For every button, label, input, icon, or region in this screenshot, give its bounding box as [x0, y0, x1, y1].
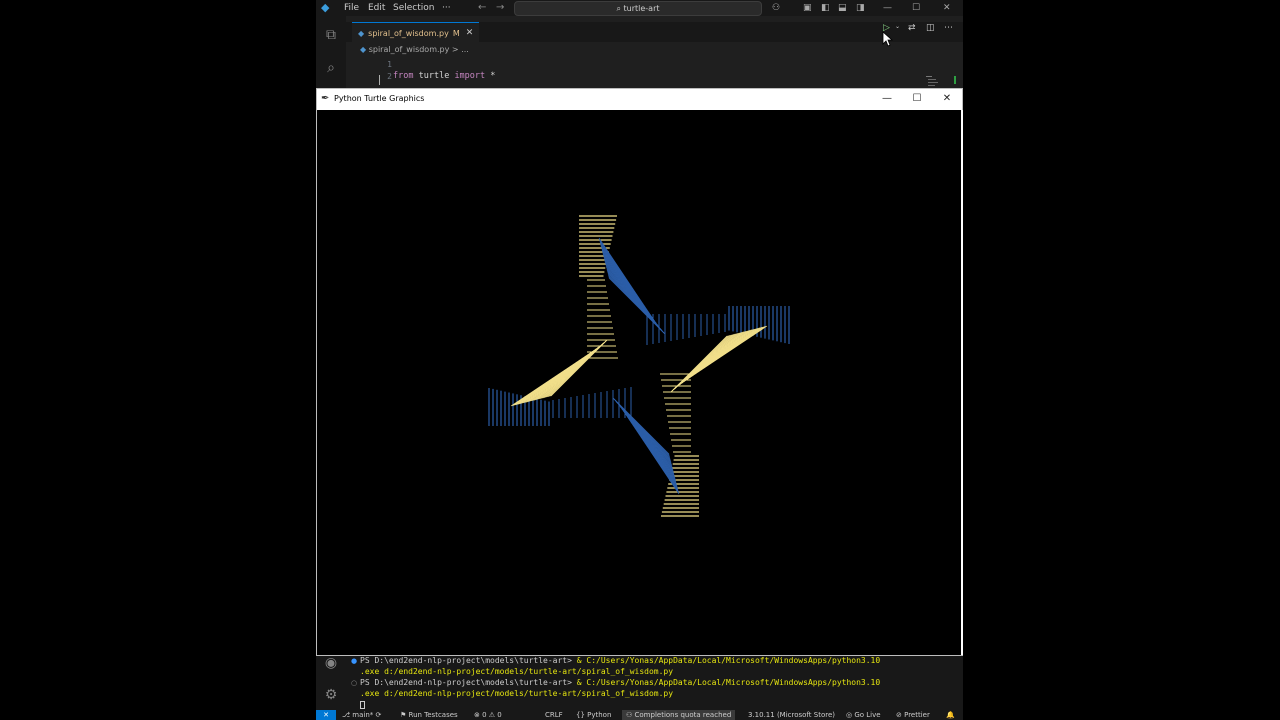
- title-bar: ◆ File Edit Selection ··· ← → ⌕ turtle-a…: [316, 0, 963, 16]
- menu-more[interactable]: ···: [442, 0, 451, 16]
- toggle-sidebar-icon[interactable]: ◧: [821, 0, 830, 16]
- language-indicator[interactable]: {} Python: [576, 710, 611, 720]
- menu-selection[interactable]: Selection: [393, 0, 434, 16]
- turtle-stroke: [612, 397, 670, 455]
- branch-indicator[interactable]: ⎇ main* ⟳: [342, 710, 381, 720]
- run-icon: ⚑: [400, 711, 409, 719]
- toggle-secondary-sidebar-icon[interactable]: ◨: [856, 0, 865, 16]
- run-dropdown-icon[interactable]: ⌄: [895, 23, 900, 37]
- terminal-status-dot: ●: [351, 657, 358, 665]
- search-icon: ⌕: [616, 4, 624, 13]
- minimize-icon[interactable]: —: [872, 89, 902, 109]
- feather-icon: ✒: [321, 93, 330, 104]
- search-icon[interactable]: ⌕: [322, 59, 340, 77]
- account-icon[interactable]: ◉: [322, 654, 340, 672]
- minimize-icon[interactable]: —: [883, 0, 892, 16]
- python-file-icon: ◆: [358, 28, 365, 38]
- error-icon: ⊗: [474, 711, 483, 719]
- gear-icon[interactable]: ⚙: [322, 686, 340, 704]
- line-number: 1: [387, 60, 392, 69]
- menu-edit[interactable]: Edit: [368, 0, 385, 16]
- terminal-line: .exe d:/end2end-nlp-project/models/turtl…: [360, 689, 674, 698]
- bell-icon[interactable]: 🔔: [946, 710, 955, 720]
- tab-filename: spiral_of_wisdom.py: [368, 28, 449, 38]
- spiral-artwork: [488, 215, 790, 517]
- turtle-window-title: Python Turtle Graphics: [334, 94, 425, 103]
- breadcrumb[interactable]: ◆ spiral_of_wisdom.py > ...: [360, 45, 469, 54]
- breadcrumb-separator: >: [451, 45, 459, 54]
- command-center-label: turtle-art: [623, 4, 660, 13]
- turtle-title-bar[interactable]: ✒ Python Turtle Graphics — ☐ ✕: [317, 89, 962, 110]
- problems-indicator[interactable]: ⊗ 0 ⚠ 0: [474, 710, 502, 720]
- toggle-panel-icon[interactable]: ⬓: [838, 0, 847, 16]
- status-bar: ✕ ⎇ main* ⟳ ⚑ Run Testcases ⊗ 0 ⚠ 0 CRLF…: [316, 710, 963, 720]
- forward-arrow-icon[interactable]: →: [496, 0, 504, 16]
- turtle-stroke: [550, 339, 608, 397]
- terminal-status-dot: ○: [351, 679, 358, 687]
- mouse-cursor-icon: [882, 31, 894, 47]
- copilot-status[interactable]: ⚇ Completions quota reached: [622, 710, 736, 720]
- python-file-icon: ◆: [360, 45, 367, 54]
- breadcrumb-file[interactable]: spiral_of_wisdom.py: [369, 45, 450, 54]
- turtle-stroke: [670, 335, 728, 393]
- turtle-canvas[interactable]: [317, 110, 962, 655]
- terminal-line: PS D:\end2end-nlp-project\models\turtle-…: [360, 678, 881, 687]
- branch-icon: ⎇: [342, 711, 353, 719]
- terminal-panel[interactable]: ● PS D:\end2end-nlp-project\models\turtl…: [346, 656, 963, 710]
- tab-close-icon[interactable]: ✕: [466, 24, 474, 43]
- remote-indicator-icon[interactable]: ✕: [316, 710, 336, 720]
- copilot-icon[interactable]: ⚇: [772, 0, 780, 16]
- check-icon: ⊘: [896, 711, 905, 719]
- layout-customize-icon[interactable]: ▣: [803, 0, 812, 16]
- eol-indicator[interactable]: CRLF: [545, 710, 563, 720]
- go-live-button[interactable]: ◎ Go Live: [846, 710, 881, 720]
- back-arrow-icon[interactable]: ←: [478, 0, 486, 16]
- terminal-cursor: [360, 701, 365, 709]
- modified-badge: M: [452, 28, 460, 38]
- run-testcases-button[interactable]: ⚑ Run Testcases: [400, 710, 458, 720]
- split-editor-icon[interactable]: ◫: [926, 23, 935, 37]
- code-line[interactable]: from turtle import *: [393, 71, 495, 81]
- python-interpreter[interactable]: 3.10.11 (Microsoft Store): [748, 710, 835, 720]
- turtle-stroke: [608, 277, 666, 335]
- more-actions-icon[interactable]: ⋯: [944, 23, 953, 37]
- terminal-line: .exe d:/end2end-nlp-project/models/turtl…: [360, 667, 674, 676]
- prettier-status[interactable]: ⊘ Prettier: [896, 710, 930, 720]
- tab-bar: ◆ spiral_of_wisdom.py M ✕ ▷ ⌄ ⇄ ◫ ⋯: [346, 22, 963, 43]
- menu-file[interactable]: File: [344, 0, 359, 16]
- maximize-icon[interactable]: ☐: [912, 0, 920, 16]
- terminal-line: PS D:\end2end-nlp-project\models\turtle-…: [360, 656, 881, 665]
- maximize-icon[interactable]: ☐: [902, 89, 932, 109]
- close-icon[interactable]: ✕: [932, 89, 962, 109]
- turtle-graphics-window[interactable]: ✒ Python Turtle Graphics — ☐ ✕: [316, 88, 963, 656]
- explorer-icon[interactable]: ⧉: [322, 26, 340, 44]
- window-edge: [961, 110, 963, 655]
- command-center-search[interactable]: ⌕ turtle-art: [514, 1, 762, 16]
- breadcrumb-more[interactable]: ...: [461, 45, 469, 54]
- compare-changes-icon[interactable]: ⇄: [908, 23, 916, 37]
- line-number: 2: [387, 72, 392, 81]
- tab-spiral-of-wisdom[interactable]: ◆ spiral_of_wisdom.py M ✕: [352, 22, 480, 43]
- sync-icon: ⟳: [375, 711, 382, 719]
- braces-icon: {}: [576, 711, 588, 719]
- close-icon[interactable]: ✕: [943, 0, 951, 16]
- copilot-icon: ⚇: [626, 711, 635, 719]
- vscode-logo-icon: ◆: [321, 1, 330, 14]
